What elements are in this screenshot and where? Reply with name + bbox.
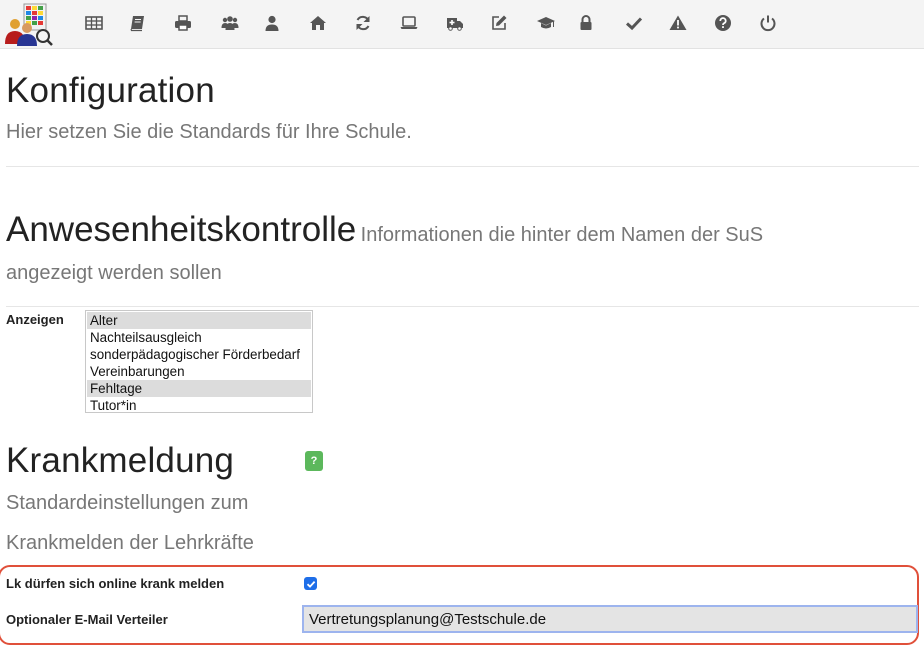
laptop-icon[interactable] [398,12,420,34]
ambulance-icon[interactable] [444,12,466,34]
list-option[interactable]: Vereinbarungen [87,363,311,380]
school-logo[interactable] [2,2,54,46]
warning-icon[interactable] [667,12,689,34]
check-icon[interactable] [623,12,645,34]
edit-icon[interactable] [488,12,510,34]
refresh-icon[interactable] [352,12,374,34]
email-list-input[interactable] [302,605,918,633]
page-title: Konfiguration [6,71,215,110]
attendance-subtitle: Informationen die hinter dem Namen der S… [360,224,764,246]
power-icon[interactable] [757,12,779,34]
show-fields-listbox[interactable]: Alter Nachteilsausgleich sonderpädagogis… [85,310,313,413]
attendance-subtitle-cont: angezeigt werden sollen [6,262,222,284]
page-subtitle: Hier setzen Sie die Standards für Ihre S… [6,121,412,143]
sick-report-title: Krankmeldung [6,441,235,480]
divider [6,306,919,307]
sick-report-subtitle: Standardeinstellungen zum [6,492,249,514]
help-badge[interactable]: ? [305,451,323,471]
users-icon[interactable] [219,12,241,34]
list-option[interactable]: sonderpädagogischer Förderbedarf [87,346,311,363]
lock-icon[interactable] [575,12,597,34]
email-list-label: Optionaler E-Mail Verteiler [6,612,168,627]
book-icon[interactable] [127,12,149,34]
list-option[interactable]: Tutor*in [87,397,311,414]
sick-report-subtitle-cont: Krankmelden der Lehrkräfte [6,532,254,554]
list-option[interactable]: Alter [87,312,311,329]
top-toolbar [0,0,924,49]
show-label: Anzeigen [6,312,64,327]
divider [6,166,919,167]
attendance-title: Anwesenheitskontrolle [6,210,357,249]
attendance-heading: Anwesenheitskontrolle Informationen die … [6,210,763,250]
online-sick-checkbox[interactable] [304,577,317,590]
list-option[interactable]: Fehltage [87,380,311,397]
check-icon [306,580,315,588]
graduation-cap-icon[interactable] [535,12,557,34]
help-icon[interactable] [712,12,734,34]
home-icon[interactable] [307,12,329,34]
list-option[interactable]: Nachteilsausgleich [87,329,311,346]
table-icon[interactable] [83,12,105,34]
online-sick-label: Lk dürfen sich online krank melden [6,576,225,591]
print-icon[interactable] [172,12,194,34]
user-icon[interactable] [261,12,283,34]
